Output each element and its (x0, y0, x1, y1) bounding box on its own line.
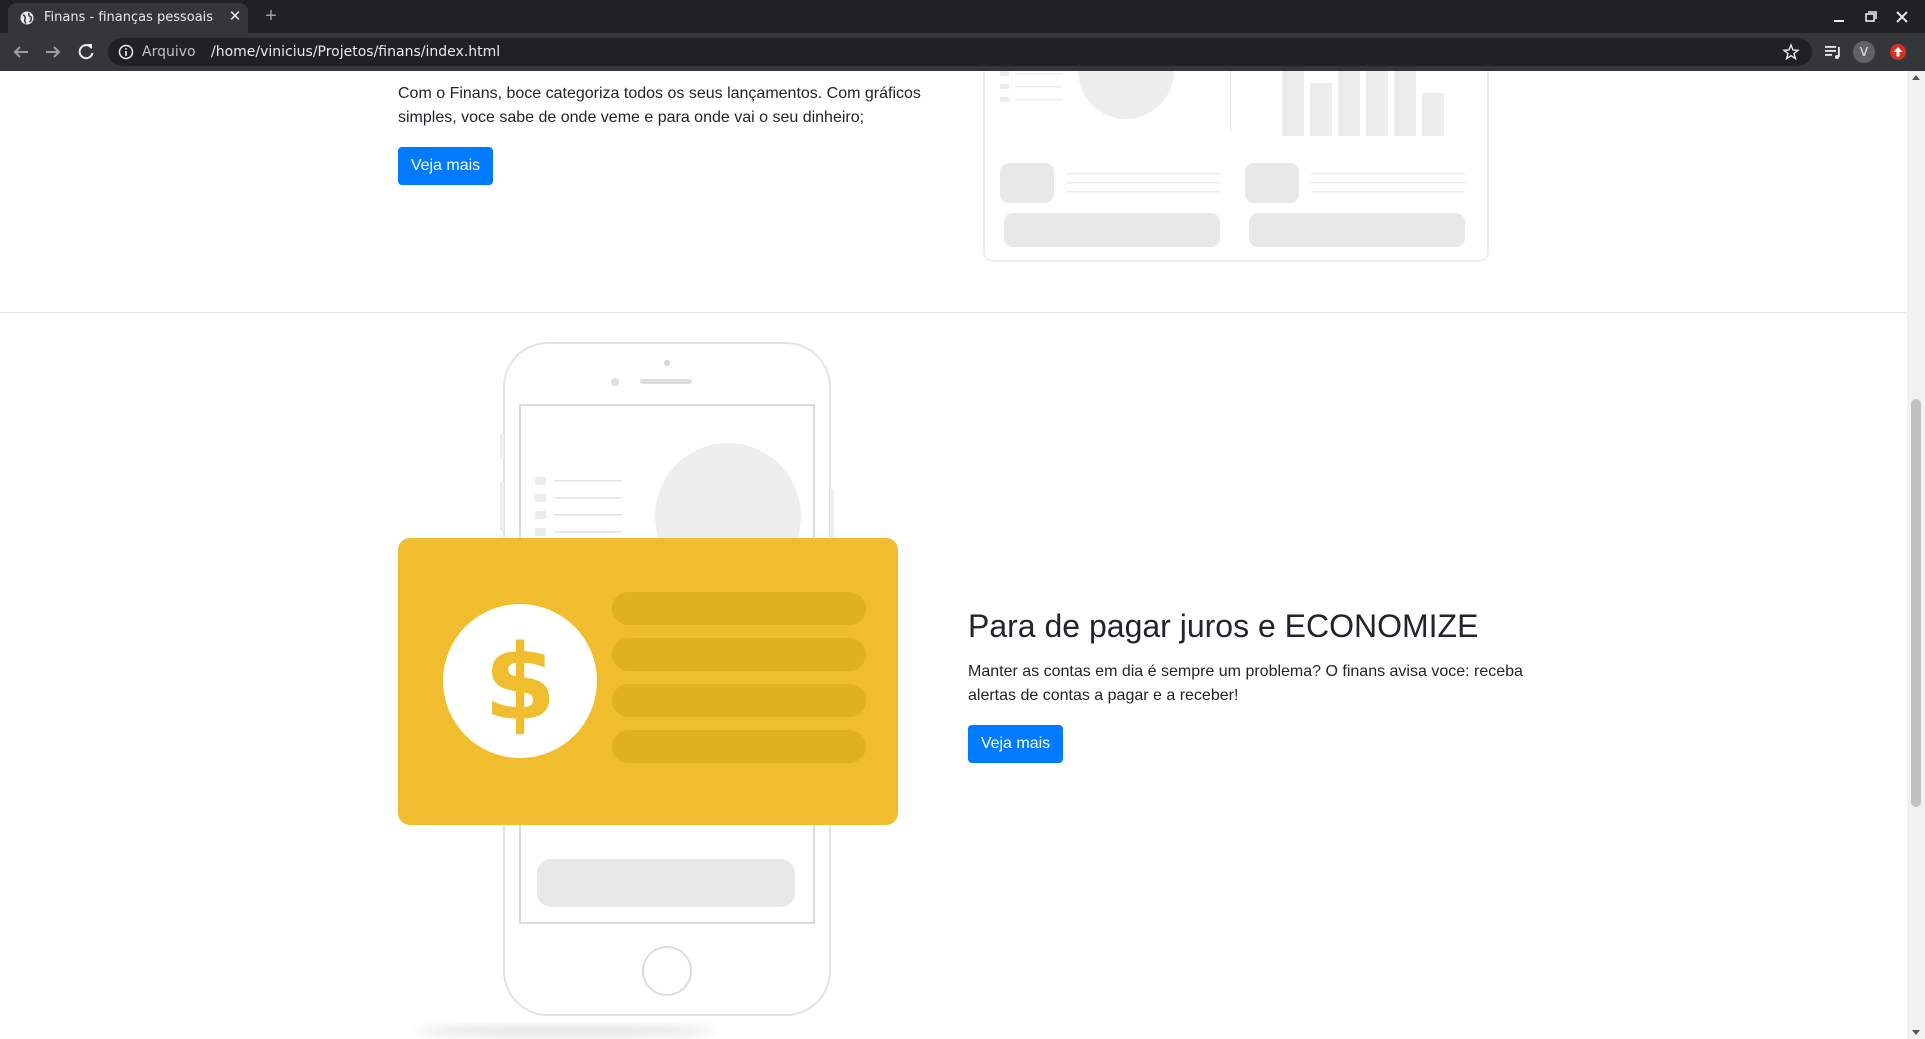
dashboard-illustration (983, 71, 1489, 262)
back-icon[interactable] (9, 40, 33, 64)
url-text[interactable]: /home/vinicius/Projetos/finans/index.htm… (211, 44, 500, 60)
forward-icon[interactable] (41, 40, 65, 64)
address-bar[interactable]: Arquivo /home/vinicius/Projetos/finans/i… (108, 38, 1812, 66)
browser-tab[interactable]: Finans - finanças pessoais ✕ (8, 3, 248, 33)
media-control-icon[interactable] (1823, 42, 1843, 62)
minimize-icon[interactable] (1827, 6, 1851, 28)
new-tab-button[interactable]: + (260, 5, 282, 27)
section2-description: Manter as contas em dia é sempre um prob… (968, 663, 1523, 704)
restore-icon[interactable] (1859, 6, 1883, 28)
close-tab-icon[interactable]: ✕ (226, 8, 244, 26)
page-viewport: Com o Finans, boce categoriza todos os s… (0, 71, 1907, 1039)
vertical-scrollbar[interactable] (1907, 71, 1925, 1039)
scheme-label: Arquivo (142, 44, 196, 60)
section1-description: Com o Finans, boce categoriza todos os s… (398, 85, 921, 126)
section2-heading: Para de pagar juros e ECONOMIZE (968, 608, 1479, 644)
extension-icon[interactable] (1888, 42, 1908, 62)
dollar-symbol: $ (484, 622, 556, 744)
reload-icon[interactable] (74, 40, 98, 64)
close-window-icon[interactable] (1890, 6, 1914, 28)
profile-avatar[interactable]: V (1853, 41, 1875, 63)
tab-strip: Finans - finanças pessoais ✕ + (0, 0, 1925, 33)
veja-mais-button-1[interactable]: Veja mais (398, 147, 493, 185)
scroll-thumb[interactable] (1911, 399, 1921, 807)
globe-icon (20, 11, 34, 25)
scroll-down-arrow-icon[interactable] (1912, 1030, 1920, 1035)
section-divider (0, 312, 1907, 313)
info-icon[interactable] (118, 44, 134, 60)
phone-illustration: $ (398, 342, 898, 1037)
scroll-up-arrow-icon[interactable] (1912, 75, 1920, 80)
browser-toolbar: Arquivo /home/vinicius/Projetos/finans/i… (0, 33, 1925, 71)
bookmark-star-icon[interactable] (1782, 43, 1800, 61)
veja-mais-button-2[interactable]: Veja mais (968, 725, 1063, 763)
tab-title: Finans - finanças pessoais (44, 10, 214, 25)
